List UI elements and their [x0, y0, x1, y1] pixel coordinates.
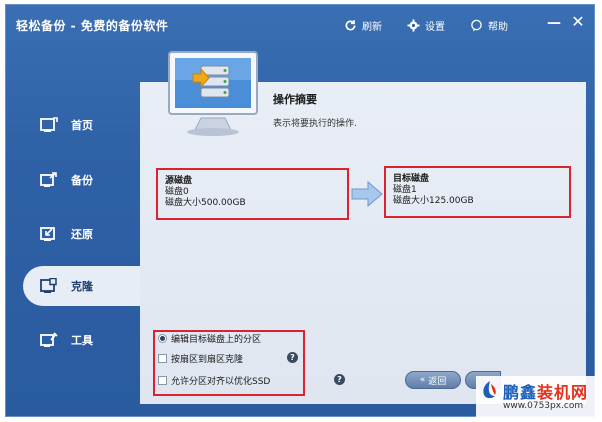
arrow-right-icon — [351, 180, 383, 208]
restore-icon — [39, 225, 59, 243]
option-label: 允许分区对齐以优化SSD — [171, 377, 271, 387]
sidebar-item-label: 克隆 — [71, 280, 93, 293]
sidebar-item-home[interactable]: 首页 — [5, 105, 145, 145]
sidebar-item-label: 首页 — [71, 119, 93, 132]
help-label: 帮助 — [488, 22, 508, 33]
gear-icon — [406, 19, 420, 33]
help-question-icon[interactable]: ? — [334, 374, 345, 385]
option-sector-by-sector[interactable]: 按扇区到扇区克隆 — [158, 352, 243, 365]
source-disk-size: 磁盘大小500.00GB — [165, 198, 246, 208]
summary-description: 表示将要执行的操作. — [273, 119, 357, 129]
source-disk-title: 源磁盘 — [165, 176, 193, 186]
source-disk-card: 源磁盘 磁盘0 磁盘大小500.00GB — [156, 168, 349, 220]
clone-icon — [39, 277, 59, 295]
brand-name-accent: 装机网 — [537, 383, 589, 402]
checkbox[interactable] — [158, 376, 167, 385]
tools-icon — [39, 331, 59, 349]
target-disk-card: 目标磁盘 磁盘1 磁盘大小125.00GB — [384, 166, 571, 218]
title-bar: 轻松备份 - 免费的备份软件 刷新 设置 帮助 — ✕ — [6, 5, 594, 45]
monitor-clone-illustration — [168, 51, 258, 136]
refresh-button[interactable]: 刷新 — [343, 18, 382, 33]
minimize-button[interactable]: — — [546, 15, 562, 31]
brand-name: 鹏鑫装机网 — [503, 379, 588, 403]
source-disk-name: 磁盘0 — [165, 187, 189, 197]
option-label: 按扇区到扇区克隆 — [171, 355, 244, 365]
help-question-icon[interactable]: ? — [287, 352, 298, 363]
settings-label: 设置 — [425, 22, 445, 33]
refresh-icon — [343, 19, 357, 33]
back-label: 返回 — [428, 376, 447, 387]
radio-checked[interactable] — [158, 334, 167, 343]
sidebar-item-restore[interactable]: 还原 — [5, 214, 145, 254]
help-button[interactable]: 帮助 — [469, 18, 508, 33]
backup-icon — [39, 171, 59, 189]
option-edit-partitions[interactable]: 编辑目标磁盘上的分区 — [158, 332, 261, 345]
refresh-label: 刷新 — [362, 22, 382, 33]
brand-url: www.0753px.com — [503, 401, 584, 411]
target-disk-size: 磁盘大小125.00GB — [393, 196, 474, 206]
sidebar-item-backup[interactable]: 备份 — [5, 160, 145, 200]
brand-name-main: 鹏鑫 — [503, 383, 538, 402]
sidebar-item-label: 备份 — [71, 174, 93, 187]
summary-heading: 操作摘要 — [273, 93, 317, 106]
home-icon — [39, 116, 59, 134]
back-button[interactable]: « 返回 — [405, 371, 461, 389]
option-label: 编辑目标磁盘上的分区 — [171, 335, 262, 345]
brand-logo-icon — [483, 381, 496, 399]
target-disk-title: 目标磁盘 — [393, 174, 430, 184]
chevron-double-left-icon: « — [419, 375, 426, 385]
help-chat-icon — [469, 19, 483, 33]
sidebar-item-tools[interactable]: 工具 — [5, 320, 145, 360]
app-title: 轻松备份 - 免费的备份软件 — [16, 19, 169, 33]
close-button[interactable]: ✕ — [570, 14, 586, 30]
target-disk-name: 磁盘1 — [393, 185, 417, 195]
option-ssd-align[interactable]: 允许分区对齐以优化SSD — [158, 374, 270, 387]
sidebar-item-label: 工具 — [71, 334, 93, 347]
settings-button[interactable]: 设置 — [406, 18, 445, 33]
sidebar-item-clone[interactable]: 克隆 — [23, 266, 145, 306]
checkbox[interactable] — [158, 354, 167, 363]
sidebar-item-label: 还原 — [71, 228, 93, 241]
